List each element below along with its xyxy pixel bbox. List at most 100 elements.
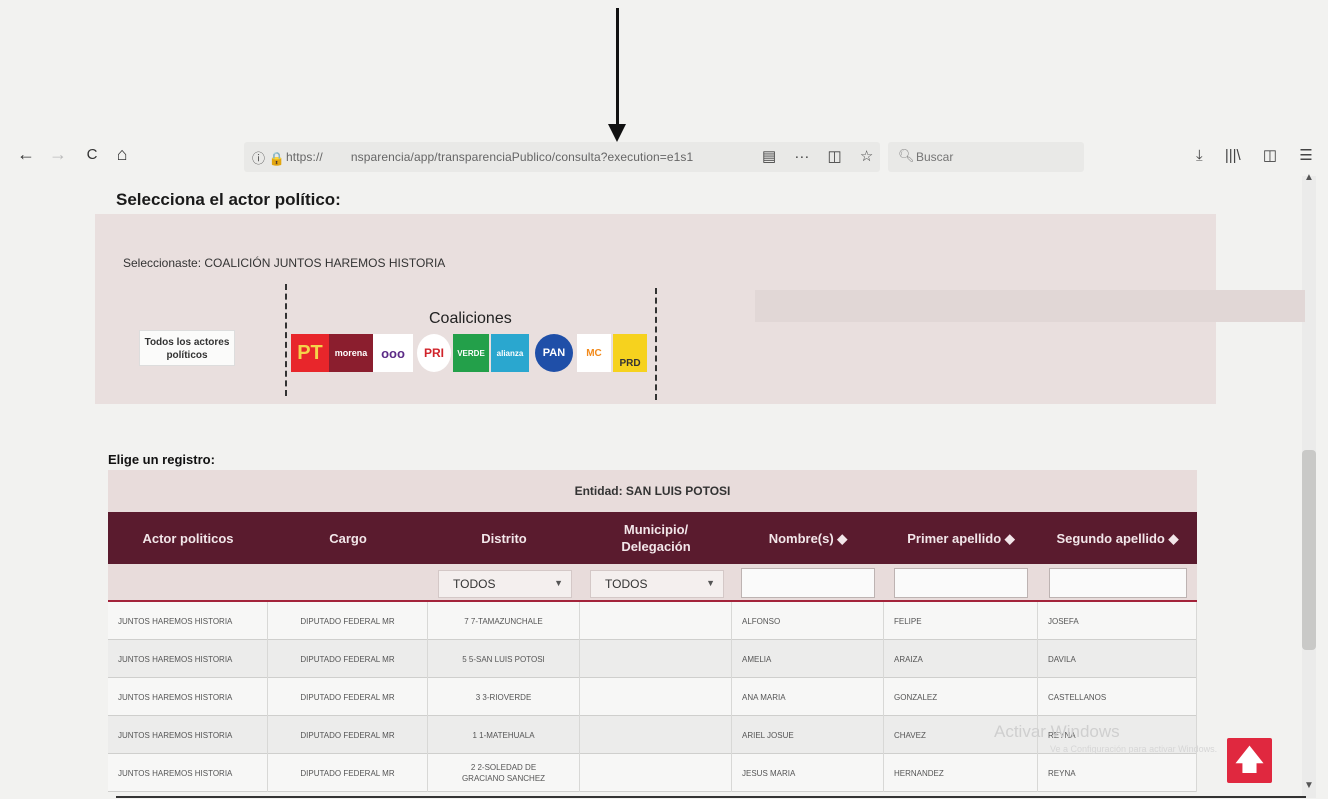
divider-left [285, 284, 287, 396]
url-bar[interactable]: ⓘ 🔒 https:// nsparencia/app/transparencia… [244, 142, 880, 172]
cell-segundo-apellido: CASTELLANOS [1038, 678, 1197, 716]
site-info-icon[interactable]: ⓘ 🔒 [252, 148, 285, 167]
logo-movimiento-ciudadano[interactable]: MC [577, 334, 611, 372]
url-text[interactable]: https:// nsparencia/app/transparenciaPubl… [286, 150, 693, 164]
browser-toolbar: ← → C ⌂ ⓘ 🔒 https:// nsparencia/app/trans… [0, 138, 1328, 176]
header-segundo-apellido[interactable]: Segundo apellido ◆ [1038, 512, 1197, 564]
cell-distrito: 3 3-RIOVERDE [428, 678, 580, 716]
cell-segundo-apellido: JOSEFA [1038, 602, 1197, 640]
header-distrito[interactable]: Distrito [428, 512, 580, 564]
cell-segundo-apellido: REYNA [1038, 754, 1197, 792]
lock-icon: 🔒 [268, 151, 285, 166]
cell-municipio [580, 754, 732, 792]
cell-actor: JUNTOS HAREMOS HISTORIA [108, 602, 268, 640]
table-row[interactable]: JUNTOS HAREMOS HISTORIA DIPUTADO FEDERAL… [108, 754, 1197, 792]
logo-encuentro-social[interactable]: ooo [373, 334, 413, 372]
table-row[interactable]: JUNTOS HAREMOS HISTORIA DIPUTADO FEDERAL… [108, 602, 1197, 640]
download-icon[interactable]: ⤓ [1196, 147, 1203, 164]
sidebar-icon[interactable]: ◫ [1263, 147, 1277, 164]
cell-nombre: ALFONSO [732, 602, 884, 640]
reload-icon[interactable]: C [80, 146, 104, 163]
cell-actor: JUNTOS HAREMOS HISTORIA [108, 640, 268, 678]
cell-segundo-apellido: DAVILA [1038, 640, 1197, 678]
cell-cargo: DIPUTADO FEDERAL MR [268, 640, 428, 678]
distrito-select[interactable]: TODOS ▼ [438, 570, 572, 598]
windows-activation-watermark: Activar Windows [994, 722, 1120, 741]
cell-primer-apellido: HERNANDEZ [884, 754, 1038, 792]
distrito-select-value: TODOS [453, 577, 496, 591]
logo-verde[interactable]: VERDE [453, 334, 489, 372]
entity-bar: Entidad: SAN LUIS POTOSI [108, 470, 1197, 512]
logo-nueva-alianza[interactable]: alianza [491, 334, 529, 372]
header-actor[interactable]: Actor politicos [108, 512, 268, 564]
library-icon[interactable]: |||\ [1225, 147, 1241, 164]
logo-pan[interactable]: PAN [535, 334, 573, 372]
nombre-filter-input[interactable] [741, 568, 875, 598]
municipio-select-value: TODOS [605, 577, 648, 591]
cell-municipio [580, 678, 732, 716]
header-cargo[interactable]: Cargo [268, 512, 428, 564]
home-icon[interactable]: ⌂ [110, 144, 134, 165]
cell-nombre: AMELIA [732, 640, 884, 678]
logo-pt[interactable]: PT [291, 334, 329, 372]
cell-actor: JUNTOS HAREMOS HISTORIA [108, 754, 268, 792]
cell-municipio [580, 602, 732, 640]
cell-municipio [580, 716, 732, 754]
cell-actor: JUNTOS HAREMOS HISTORIA [108, 678, 268, 716]
chevron-down-icon: ▼ [706, 578, 715, 588]
url-actions: ▤ ··· ◫ ☆ [762, 147, 887, 165]
selected-actor-text: Seleccionaste: COALICIÓN JUNTOS HAREMOS … [123, 256, 446, 270]
cell-nombre: JESUS MARIA [732, 754, 884, 792]
chevron-down-icon: ▼ [554, 578, 563, 588]
header-nombre[interactable]: Nombre(s) ◆ [732, 512, 884, 564]
table-row[interactable]: JUNTOS HAREMOS HISTORIA DIPUTADO FEDERAL… [108, 678, 1197, 716]
cell-distrito: 1 1-MATEHUALA [428, 716, 580, 754]
panel-band [755, 290, 1305, 322]
cell-primer-apellido: GONZALEZ [884, 678, 1038, 716]
toolbar-right-icons: ⤓ |||\ ◫ ☰ [1196, 146, 1328, 164]
reader-view-icon[interactable]: ▤ [762, 148, 776, 165]
scroll-up-icon[interactable]: ▲ [1304, 172, 1314, 183]
scrollbar-thumb[interactable] [1302, 450, 1316, 650]
bookmark-star-icon[interactable]: ☆ [860, 148, 873, 165]
municipio-select[interactable]: TODOS ▼ [590, 570, 724, 598]
cell-distrito: 5 5-SAN LUIS POTOSI [428, 640, 580, 678]
pocket-icon[interactable]: ◫ [828, 148, 842, 165]
section-title: Selecciona el actor político: [116, 190, 341, 209]
page-actions-icon[interactable]: ··· [794, 148, 809, 165]
cell-distrito: 7 7-TAMAZUNCHALE [428, 602, 580, 640]
filter-row: TODOS ▼ TODOS ▼ [108, 564, 1197, 602]
cell-nombre: ANA MARIA [732, 678, 884, 716]
url-path: nsparencia/app/transparenciaPublico/cons… [350, 150, 694, 164]
cell-actor: JUNTOS HAREMOS HISTORIA [108, 716, 268, 754]
table-row[interactable]: JUNTOS HAREMOS HISTORIA DIPUTADO FEDERAL… [108, 640, 1197, 678]
cell-distrito: 2 2-SOLEDAD DE GRACIANO SANCHEZ [428, 754, 580, 792]
logo-prd[interactable]: PRD [613, 334, 647, 372]
header-municipio[interactable]: Municipio/ Delegación [580, 512, 732, 564]
forward-icon[interactable]: → [46, 144, 70, 165]
cell-cargo: DIPUTADO FEDERAL MR [268, 678, 428, 716]
coalitions-title: Coaliciones [429, 310, 512, 327]
cell-cargo: DIPUTADO FEDERAL MR [268, 754, 428, 792]
windows-activation-subtext: Ve a Configuración para activar Windows. [1050, 744, 1218, 754]
cell-nombre: ARIEL JOSUE [732, 716, 884, 754]
cell-primer-apellido: FELIPE [884, 602, 1038, 640]
all-actors-button[interactable]: Todos los actores políticos [139, 330, 235, 366]
back-to-top-button[interactable]: 🡅 [1227, 738, 1272, 783]
scroll-down-icon[interactable]: ▼ [1304, 780, 1314, 791]
arrow-up-icon: 🡅 [1235, 744, 1264, 775]
cell-primer-apellido: ARAIZA [884, 640, 1038, 678]
logo-pri[interactable]: PRI [417, 334, 451, 372]
header-primer-apellido[interactable]: Primer apellido ◆ [884, 512, 1038, 564]
segundo-apellido-filter-input[interactable] [1049, 568, 1187, 598]
search-input[interactable] [916, 147, 1076, 167]
logo-morena[interactable]: morena [329, 334, 373, 372]
search-bar[interactable]: 🔍︎ [888, 142, 1084, 172]
back-icon[interactable]: ← [14, 144, 38, 165]
registry-title: Elige un registro: [108, 452, 215, 467]
search-icon: 🔍︎ [898, 148, 915, 163]
menu-icon[interactable]: ☰ [1299, 147, 1312, 164]
primer-apellido-filter-input[interactable] [894, 568, 1028, 598]
annotation-arrow-line [616, 8, 619, 126]
cell-cargo: DIPUTADO FEDERAL MR [268, 716, 428, 754]
